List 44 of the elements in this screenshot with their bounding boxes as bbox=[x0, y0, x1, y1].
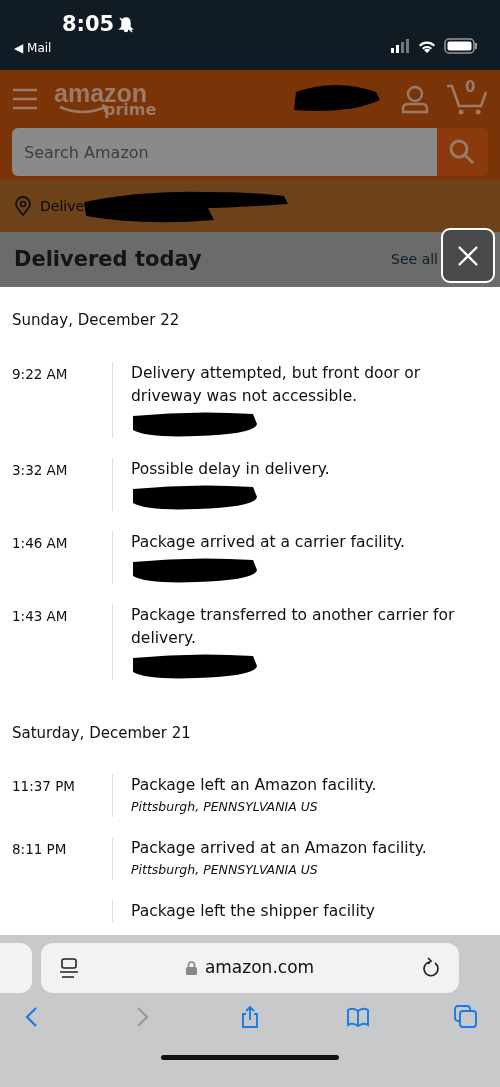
event-description: Package left the shipper facility bbox=[131, 901, 376, 922]
search-icon bbox=[448, 138, 477, 166]
account-icon[interactable] bbox=[400, 84, 430, 114]
event-location: Pittsburgh, PENNSYLVANIA US bbox=[131, 861, 319, 879]
date-heading: Sunday, December 22 bbox=[12, 310, 181, 331]
previous-tab-preview[interactable] bbox=[0, 943, 32, 993]
status-time: 8:05 bbox=[62, 14, 115, 35]
event-time: 8:11 PM bbox=[12, 841, 67, 857]
wifi-icon bbox=[418, 39, 436, 53]
cart-icon[interactable] bbox=[446, 82, 488, 116]
event-location: Pittsburgh, PENNSYLVANIA US bbox=[131, 798, 319, 816]
location-pin-icon bbox=[14, 196, 32, 216]
event-description: Package arrived at a carrier facility. bbox=[131, 531, 406, 553]
event-time: 3:32 AM bbox=[12, 461, 68, 478]
event-description: Package arrived at an Amazon facility. bbox=[131, 838, 428, 859]
menu-icon[interactable] bbox=[12, 88, 38, 110]
event-description: Possible delay in delivery. bbox=[131, 458, 331, 480]
event-time: 9:22 AM bbox=[12, 365, 68, 382]
reload-icon[interactable] bbox=[421, 957, 441, 979]
date-heading: Saturday, December 21 bbox=[12, 722, 192, 744]
event-time: 11:37 PM bbox=[12, 778, 75, 794]
close-icon bbox=[457, 244, 479, 267]
deliver-to-text: Delive bbox=[40, 196, 85, 216]
search-field[interactable]: Search Amazon bbox=[12, 128, 437, 176]
search-button[interactable] bbox=[436, 128, 488, 176]
address-bar[interactable]: amazon.com bbox=[41, 943, 459, 993]
back-to-app-link[interactable]: ◀ Mail bbox=[14, 39, 135, 57]
cart-count: 0 bbox=[465, 77, 476, 98]
signal-icon bbox=[390, 39, 410, 53]
url-text: amazon.com bbox=[204, 956, 315, 980]
close-button[interactable] bbox=[441, 228, 495, 283]
prime-text: prime bbox=[104, 101, 157, 118]
event-description: Package transferred to another carrier for delivery. bbox=[131, 604, 456, 649]
event-description: Delivery attempted, but front door or driveway was not accessible. bbox=[131, 362, 422, 407]
lock-icon bbox=[185, 961, 197, 975]
section-title: Delivered today bbox=[14, 245, 202, 273]
book-icon[interactable] bbox=[346, 1005, 370, 1029]
event-description: Package left an Amazon facility. bbox=[131, 775, 378, 796]
event-time: 1:43 AM bbox=[12, 607, 68, 624]
event-time: 1:46 AM bbox=[12, 534, 68, 551]
silent-bell-icon bbox=[118, 16, 135, 33]
tabs-icon[interactable] bbox=[454, 1005, 478, 1029]
battery-icon bbox=[444, 38, 478, 54]
reader-icon[interactable] bbox=[59, 957, 79, 979]
